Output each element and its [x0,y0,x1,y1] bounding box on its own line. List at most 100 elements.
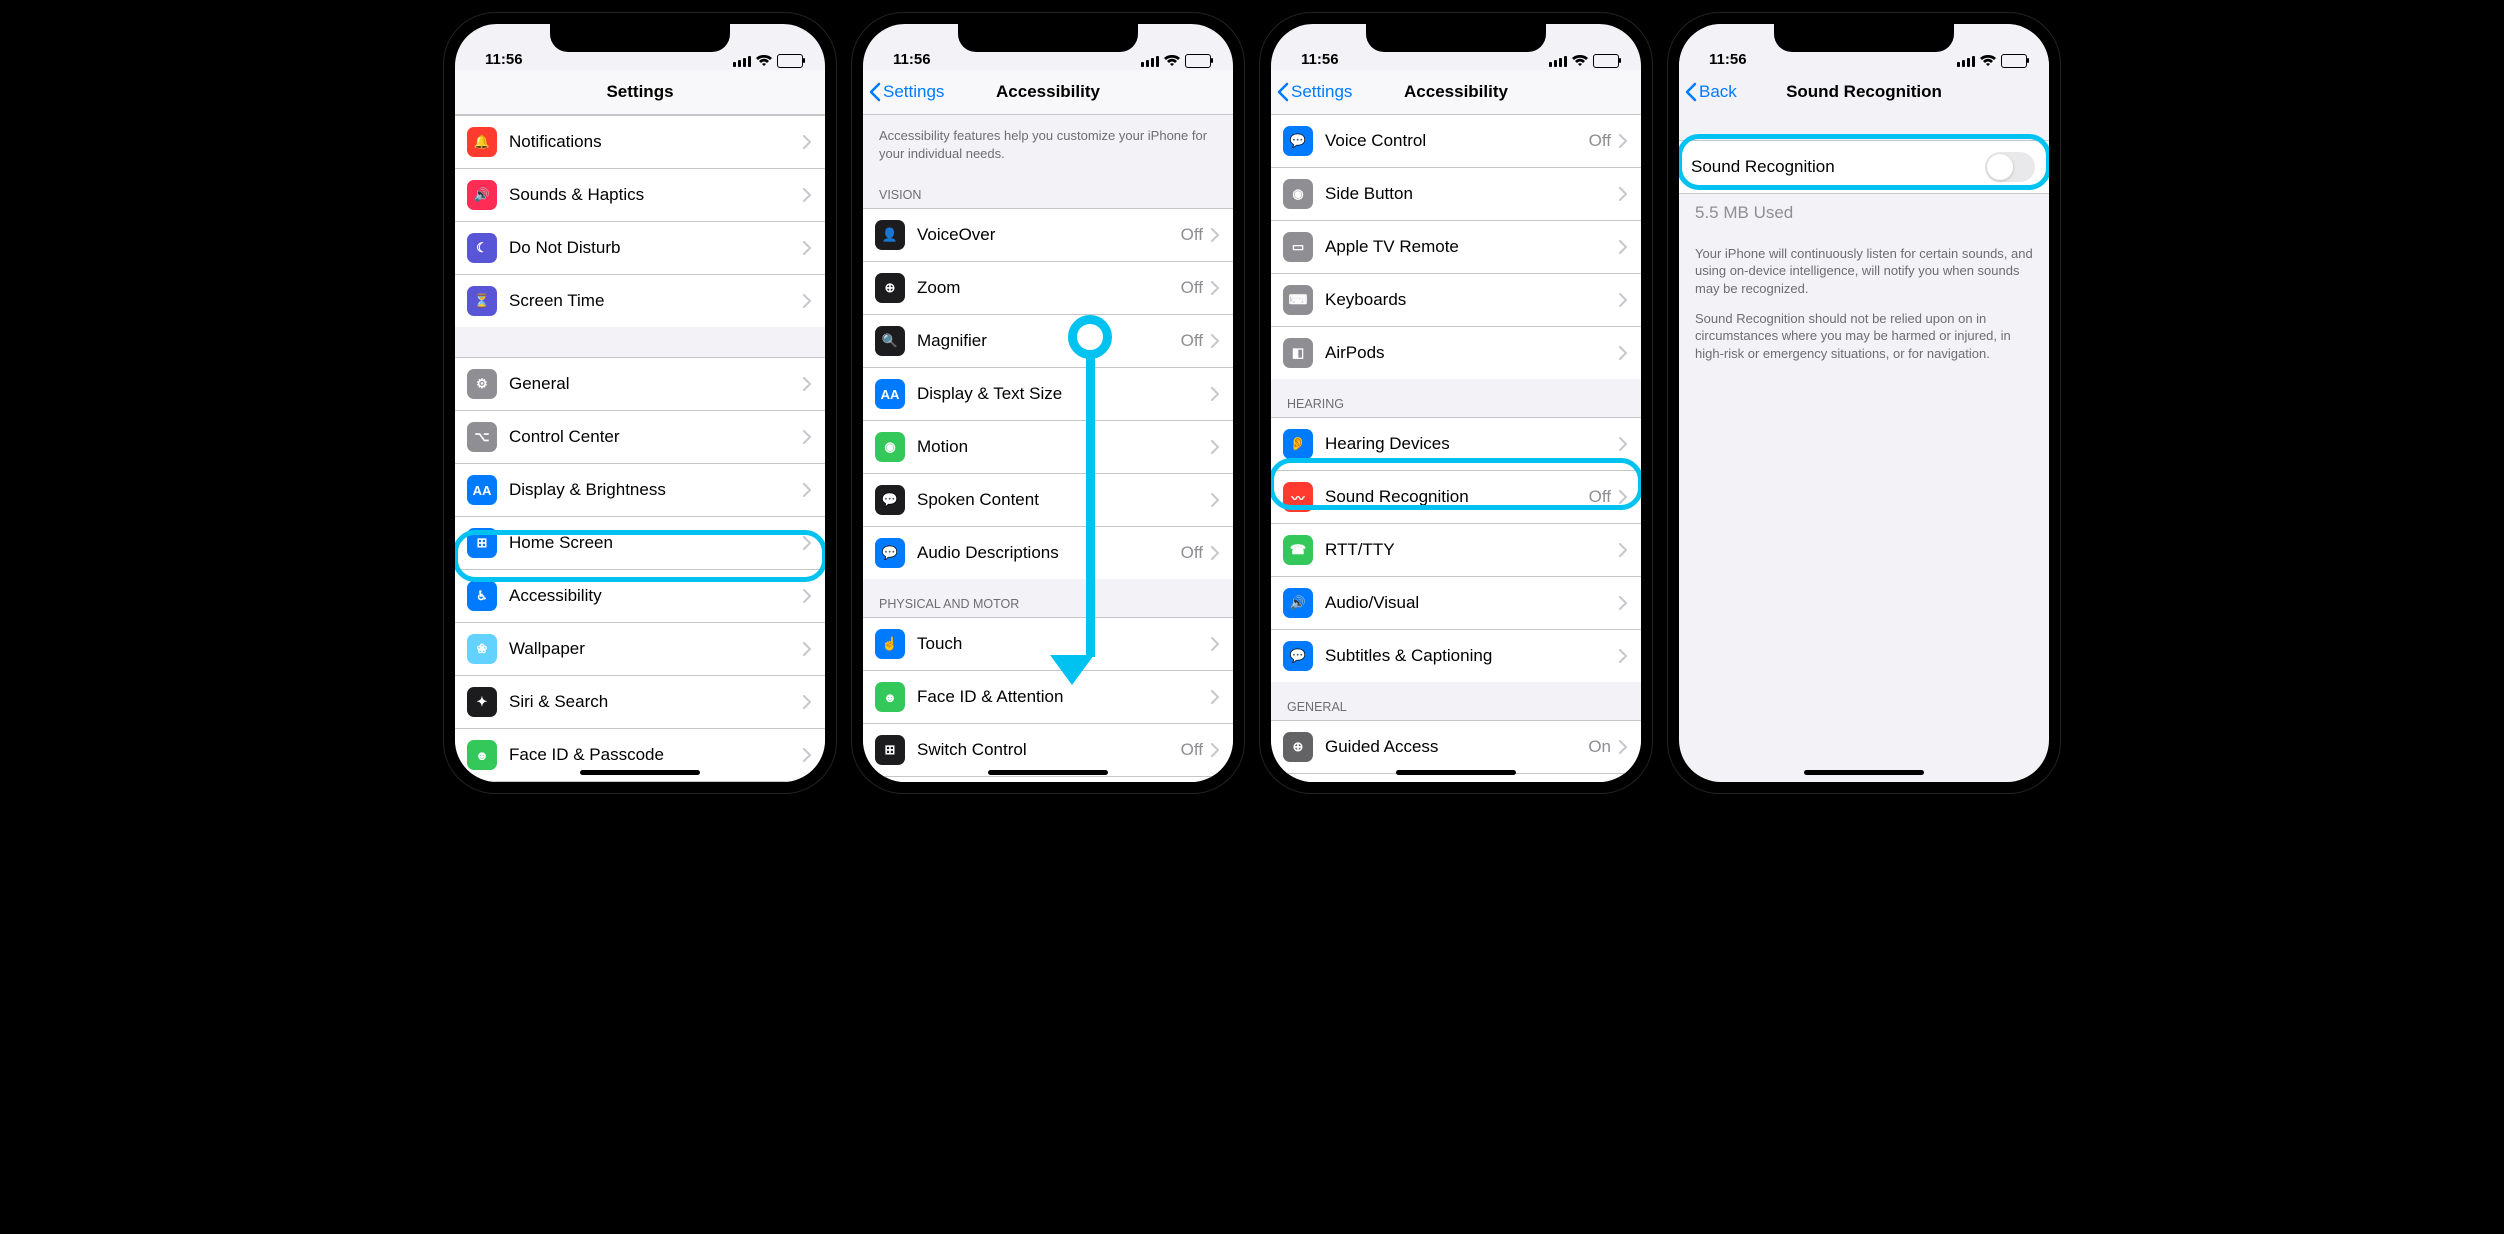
chevron-right-icon [1619,740,1627,754]
settings-row[interactable]: ☾ Do Not Disturb [455,222,825,275]
settings-row[interactable]: ❀Wallpaper [455,623,825,676]
chevron-right-icon [1211,743,1219,757]
toggle-switch[interactable] [1985,152,2035,182]
settings-row[interactable]: ⌨Keyboards [1271,274,1641,327]
phone-frame-4: 11:56 Back Sound Recognition Sound Recog… [1667,12,2061,794]
row-icon: ⚙ [467,369,497,399]
back-button[interactable]: Back [1685,82,1737,102]
screen-2: 11:56 Settings Accessibility Accessibili… [863,24,1233,782]
settings-row[interactable]: ⊞Home Screen [455,517,825,570]
settings-row[interactable]: ◉Side Button [1271,168,1641,221]
row-icon: ☻ [467,740,497,770]
chevron-right-icon [1211,281,1219,295]
notch [550,24,730,52]
row-label: VoiceOver [917,225,1181,245]
row-icon: ☝ [875,629,905,659]
screen-4: 11:56 Back Sound Recognition Sound Recog… [1679,24,2049,782]
home-indicator[interactable] [580,770,700,775]
content-area[interactable]: Sound Recognition 5.5 MB Used Your iPhon… [1679,114,2049,782]
section-header-physical: Physical and Motor [863,579,1233,617]
content-area[interactable]: 🔔Notifications🔊Sounds & Haptics ☾ Do Not D… [455,115,825,782]
chevron-right-icon [1211,546,1219,560]
status-time: 11:56 [485,51,523,68]
settings-row[interactable]: 🔊Sounds & Haptics [455,169,825,222]
row-label: RTT/TTY [1325,540,1619,560]
settings-row[interactable]: ⏳Screen Time [455,275,825,327]
home-indicator[interactable] [1804,770,1924,775]
settings-row[interactable]: ⊕ZoomOff [863,262,1233,315]
row-value: Off [1589,487,1611,507]
row-label: General [509,374,803,394]
settings-row[interactable]: ⚙ General [455,358,825,411]
home-indicator[interactable] [1396,770,1516,775]
settings-row[interactable]: 💬Voice ControlOff [1271,115,1641,168]
settings-row[interactable]: 💬Audio DescriptionsOff [863,527,1233,579]
settings-row[interactable]: 🔊Audio/Visual [1271,577,1641,630]
row-icon: ⊕ [1283,732,1313,762]
nav-title: Accessibility [996,82,1100,102]
content-area[interactable]: Accessibility features help you customiz… [863,115,1233,782]
wifi-icon [1572,55,1588,67]
settings-row[interactable]: ☻Face ID & Attention [863,671,1233,724]
settings-row[interactable]: ☝ Touch [863,618,1233,671]
settings-row[interactable]: ◧AirPods [1271,327,1641,379]
row-icon: 🔊 [1283,588,1313,618]
chevron-right-icon [803,188,811,202]
chevron-right-icon [1211,387,1219,401]
settings-row[interactable]: AADisplay & Text Size [863,368,1233,421]
chevron-right-icon [1211,440,1219,454]
settings-row[interactable]: ⌥Control Center [455,411,825,464]
home-indicator[interactable] [988,770,1108,775]
back-button[interactable]: Settings [1277,82,1352,102]
signal-icon [1141,56,1159,67]
back-button[interactable]: Settings [869,82,944,102]
settings-row[interactable]: ◉Motion [863,421,1233,474]
signal-icon [733,56,751,67]
settings-row[interactable]: ☎RTT/TTY [1271,524,1641,577]
chevron-right-icon [803,135,811,149]
row-icon: ◉ [875,432,905,462]
row-label: Display & Text Size [917,384,1211,404]
battery-icon [1185,54,1211,68]
wifi-icon [756,55,772,67]
row-label: Spoken Content [917,490,1211,510]
settings-row[interactable]: 👂Hearing Devices [1271,418,1641,471]
row-label: Display & Brightness [509,480,803,500]
screen-3: 11:56 Settings Accessibility 💬Voice Cont… [1271,24,1641,782]
settings-row[interactable]: ✦Siri [1271,774,1641,782]
settings-row[interactable]: 👤VoiceOverOff [863,209,1233,262]
settings-row[interactable]: ▭Apple TV Remote [1271,221,1641,274]
settings-row[interactable]: 🔔Notifications [455,116,825,169]
settings-row[interactable]: ✦Siri & Search [455,676,825,729]
nav-title: Settings [606,82,673,102]
row-label: Do Not Disturb [509,238,803,258]
row-label: Touch [917,634,1211,654]
sound-recognition-toggle-row[interactable]: Sound Recognition [1679,141,2049,193]
chevron-right-icon [803,695,811,709]
chevron-right-icon [803,589,811,603]
settings-row[interactable]: 💬Voice ControlOff [863,777,1233,782]
row-icon: ☾ [467,233,497,263]
chevron-left-icon [1685,82,1697,102]
settings-group-general: ⚙ General ⌥Control CenterAADisplay & Brigh… [455,357,825,782]
chevron-right-icon [803,642,811,656]
row-icon: ▭ [1283,232,1313,262]
settings-row[interactable]: AADisplay & Brightness [455,464,825,517]
settings-row[interactable]: 💬Subtitles & Captioning [1271,630,1641,682]
battery-icon [1593,54,1619,68]
chevron-left-icon [869,82,881,102]
chevron-right-icon [803,241,811,255]
row-label: Side Button [1325,184,1619,204]
settings-row[interactable]: ♿︎Accessibility [455,570,825,623]
settings-row[interactable]: 〰Sound RecognitionOff [1271,471,1641,524]
nav-bar: Back Sound Recognition [1679,70,2049,114]
row-label: Zoom [917,278,1181,298]
usage-text: 5.5 MB Used [1679,194,2049,233]
chevron-right-icon [803,536,811,550]
row-icon: ⌥ [467,422,497,452]
settings-row[interactable]: 🔍MagnifierOff [863,315,1233,368]
settings-row[interactable]: 💬Spoken Content [863,474,1233,527]
content-area[interactable]: 💬Voice ControlOff◉Side Button▭Apple TV R… [1271,115,1641,782]
settings-row[interactable]: ⊕Guided AccessOn [1271,721,1641,774]
intro-text: Accessibility features help you customiz… [863,115,1233,170]
